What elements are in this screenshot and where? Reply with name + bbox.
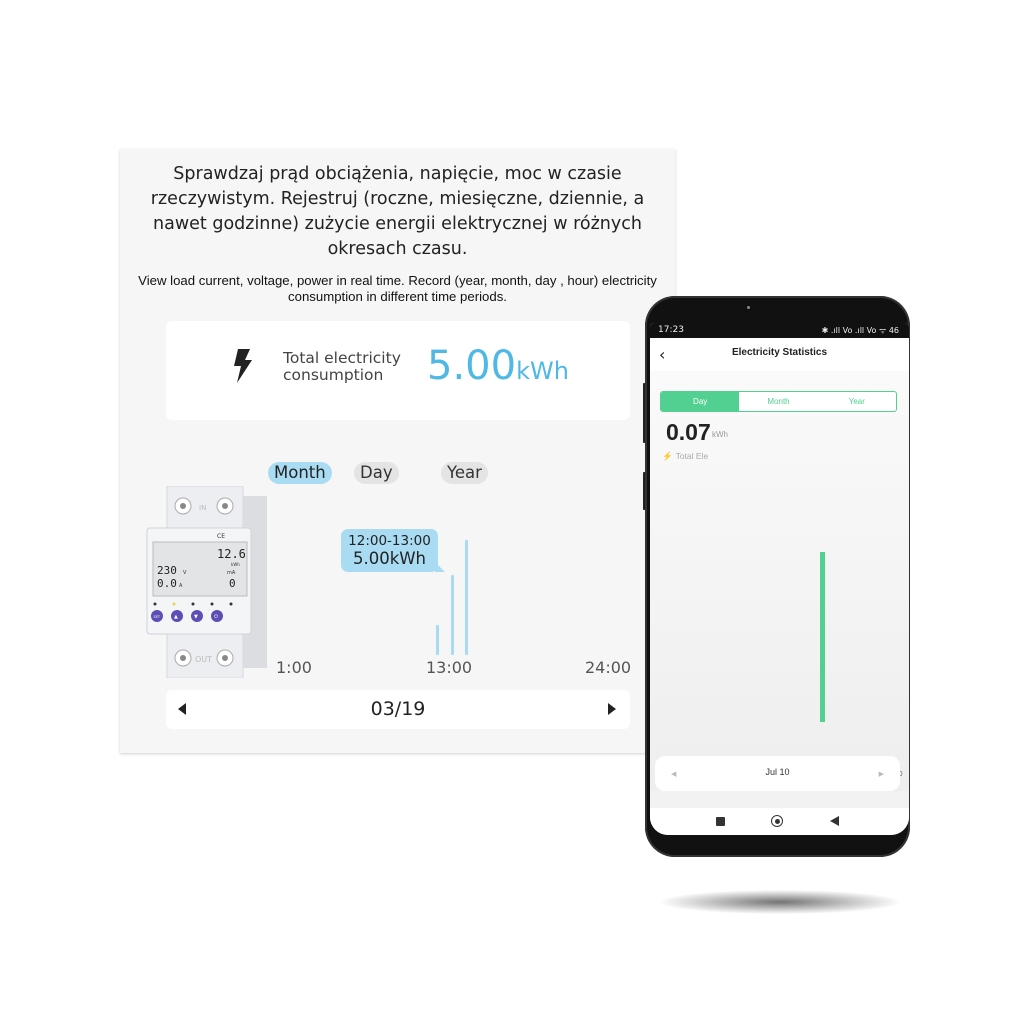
total-consumption-card: Total electricity consumption 5.00kWh [166, 321, 630, 420]
chart-bar-1300[interactable] [451, 575, 454, 655]
status-time: 17:23 [658, 325, 684, 335]
svg-text:⏻: ⏻ [214, 614, 218, 620]
back-button-icon[interactable] [830, 816, 839, 826]
phone-tab-day[interactable]: Day [661, 392, 740, 411]
phone-date-navigator: ◀ Jul 10 ▶ [655, 756, 900, 791]
tab-month[interactable]: Month [268, 462, 332, 484]
chart-bar-1700[interactable] [820, 552, 825, 722]
lcd-leak: 0 [229, 577, 236, 590]
lightning-bolt-icon: ⚡ [662, 451, 673, 461]
total-value-unit: kWh [516, 357, 569, 385]
device-label-in: IN [199, 504, 206, 512]
svg-text:SET: SET [154, 615, 161, 619]
lcd-energy: 12.6 [217, 547, 246, 561]
english-description: View load current, voltage, power in rea… [138, 273, 657, 304]
android-nav-bar [650, 808, 909, 835]
total-consumption-value: 5.00kWh [427, 341, 569, 396]
recents-button-icon[interactable] [716, 817, 725, 826]
chart-bar-1400[interactable] [465, 540, 468, 655]
screen-title: Electricity Statistics [731, 347, 828, 358]
tooltip-range: 12:00-13:00 [348, 533, 431, 549]
device-label-out: OUT [195, 655, 212, 664]
date-label: 03/19 [370, 698, 426, 720]
tab-day[interactable]: Day [354, 462, 399, 484]
x-tick-end: 24:00 [585, 658, 632, 677]
tab-year[interactable]: Year [441, 462, 488, 484]
phone-tab-year[interactable]: Year [818, 392, 896, 411]
x-tick-start: 1:00 [276, 658, 312, 677]
svg-text:▼: ▼ [194, 614, 198, 620]
lcd-voltage: 230 [157, 564, 177, 577]
tooltip-value: 5.00kWh [352, 549, 427, 568]
phone-tab-month[interactable]: Month [739, 392, 817, 411]
lcd-current: 0.0 [157, 577, 177, 590]
status-icons: ✱ .ıll Vo .ıll Vo ᯤ 46 [821, 326, 899, 335]
svg-text:kWh: kWh [231, 562, 240, 567]
phone-screen: 17:23 ✱ .ıll Vo .ıll Vo ᯤ 46 ‹ Electrici… [650, 323, 909, 835]
chart-bar-1200[interactable] [436, 625, 439, 655]
date-navigator: 03/19 [166, 690, 630, 729]
consumption-value: 0.07 [666, 419, 711, 445]
app-bar: ‹ Electricity Statistics [650, 338, 909, 371]
status-bar: 17:23 ✱ .ıll Vo .ıll Vo ᯤ 46 [650, 323, 909, 338]
svg-text:mA: mA [227, 570, 236, 576]
chevron-right-icon[interactable]: ▶ [879, 770, 884, 778]
home-button-icon[interactable] [771, 815, 783, 827]
total-label-text: Total Ele [675, 451, 709, 461]
chart-tooltip: 12:00-13:00 5.00kWh [341, 529, 445, 572]
triangle-right-icon[interactable] [608, 703, 616, 715]
phone-shadow [660, 890, 900, 914]
consumption-unit: kWh [712, 430, 728, 439]
period-tabs: Day Month Year [660, 391, 897, 412]
svg-text:▲: ▲ [174, 614, 178, 620]
svg-text:V: V [183, 570, 187, 576]
energy-meter-device-image: IN CE 12.6 kWh 230 V 0.0 A mA 0 SET ▲ ▼ … [146, 486, 267, 678]
lightning-bolt-icon [234, 349, 252, 383]
total-value-number: 5.00 [427, 343, 517, 389]
phone-date-label: Jul 10 [765, 767, 790, 777]
stats-content: Day Month Year 0.07 kWh ⚡Total Ele 1:00 … [650, 371, 909, 791]
x-tick-mid: 13:00 [426, 658, 473, 677]
front-camera [747, 306, 750, 309]
total-label-line2: consumption [283, 366, 384, 384]
total-label-line1: Total electricity [283, 349, 401, 367]
svg-text:A: A [179, 583, 183, 589]
polish-description: Sprawdzaj prąd obciążenia, napięcie, moc… [150, 164, 645, 259]
svg-text:CE: CE [217, 533, 225, 540]
total-electricity-label: ⚡ Total Ele [662, 451, 708, 462]
total-consumption-label: Total electricity consumption [283, 350, 401, 384]
